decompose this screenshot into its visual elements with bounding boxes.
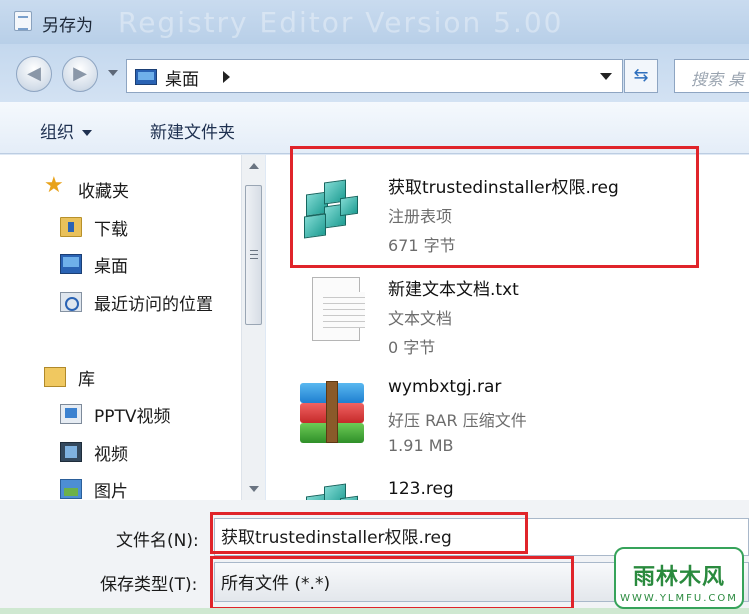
sidebar-scrollbar[interactable] (241, 155, 265, 500)
background-window-title: Registry Editor Version 5.00 (118, 6, 564, 39)
filename-label: 文件名(N): (116, 531, 199, 551)
download-folder-icon (60, 217, 82, 237)
address-dropdown-icon[interactable] (600, 73, 612, 80)
new-folder-button[interactable]: 新建文件夹 (150, 118, 235, 143)
recent-places-icon (60, 292, 82, 312)
pptv-icon (60, 404, 82, 424)
breadcrumb-chevron-icon[interactable] (223, 71, 230, 83)
rar-archive-icon (300, 379, 364, 443)
recent-locations-dropdown[interactable] (108, 70, 118, 76)
sidebar-item-label: 图片 (94, 482, 128, 500)
file-name: 123.reg (388, 479, 454, 499)
back-arrow-icon: ◀ (27, 63, 41, 84)
navigation-bar: ◀ ▶ 桌面 ⇆ 搜索 桌 (0, 44, 749, 102)
highlight-box-file (290, 146, 699, 268)
text-file-icon (312, 277, 365, 341)
refresh-button[interactable]: ⇆ (624, 59, 658, 93)
file-type: 好压 RAR 压缩文件 (388, 411, 527, 430)
file-name: wymbxtgj.rar (388, 377, 502, 397)
watermark-brand: 雨林木风 (632, 565, 725, 590)
desktop-icon (60, 254, 82, 274)
refresh-icon: ⇆ (633, 65, 649, 86)
sidebar-item-label: 最近访问的位置 (94, 295, 213, 315)
filetype-label: 保存类型(T): (100, 575, 198, 595)
sidebar-item-label: PPTV视频 (94, 407, 171, 427)
scroll-down-icon[interactable] (249, 486, 259, 492)
desktop-icon (135, 69, 157, 85)
window-title: 另存为 (42, 16, 93, 36)
breadcrumb-desktop[interactable]: 桌面 (165, 65, 199, 90)
scroll-up-icon[interactable] (249, 163, 259, 169)
address-bar[interactable]: 桌面 (126, 59, 623, 93)
file-name: 新建文本文档.txt (388, 280, 519, 300)
grip-icon (250, 250, 258, 259)
file-size: 1.91 MB (388, 436, 454, 455)
sidebar-item-label: 下载 (94, 220, 128, 240)
forward-button[interactable]: ▶ (62, 56, 98, 92)
save-dialog-icon (14, 11, 32, 31)
star-icon: ★ (44, 173, 64, 198)
chevron-down-icon (82, 130, 92, 136)
sidebar-item-label: 桌面 (94, 257, 128, 277)
file-size: 0 字节 (388, 338, 436, 357)
file-type: 文本文档 (388, 309, 453, 328)
scrollbar-thumb[interactable] (245, 185, 262, 325)
watermark-url: WWW.YLMFU.COM (620, 593, 738, 604)
back-button[interactable]: ◀ (16, 56, 52, 92)
organize-button[interactable]: 组织 (40, 118, 92, 143)
highlight-box-filename (210, 512, 528, 554)
registry-file-icon (300, 481, 364, 500)
picture-library-icon (60, 479, 82, 499)
sidebar-item-label: 收藏夹 (78, 182, 129, 202)
highlight-box-filetype (210, 556, 574, 610)
title-bar: Registry Editor Version 5.00 另存为 (0, 0, 749, 44)
search-input[interactable]: 搜索 桌 (674, 59, 749, 93)
watermark-logo: 雨林木风 WWW.YLMFU.COM (614, 547, 744, 609)
navigation-pane: ★ 收藏夹 下载 桌面 最近访问的位置 库 PPTV视频 视频 图片 (0, 155, 265, 500)
file-item-txt[interactable]: 新建文本文档.txt 文本文档 0 字节 (296, 267, 736, 359)
file-item-reg-2[interactable]: 123.reg (296, 471, 736, 500)
sidebar-item-label: 库 (78, 370, 95, 390)
organize-label: 组织 (40, 123, 74, 143)
library-icon (44, 367, 66, 387)
file-item-rar[interactable]: wymbxtgj.rar 好压 RAR 压缩文件 1.91 MB (296, 369, 736, 461)
video-library-icon (60, 442, 82, 462)
forward-arrow-icon: ▶ (73, 63, 87, 84)
sidebar-item-label: 视频 (94, 445, 128, 465)
